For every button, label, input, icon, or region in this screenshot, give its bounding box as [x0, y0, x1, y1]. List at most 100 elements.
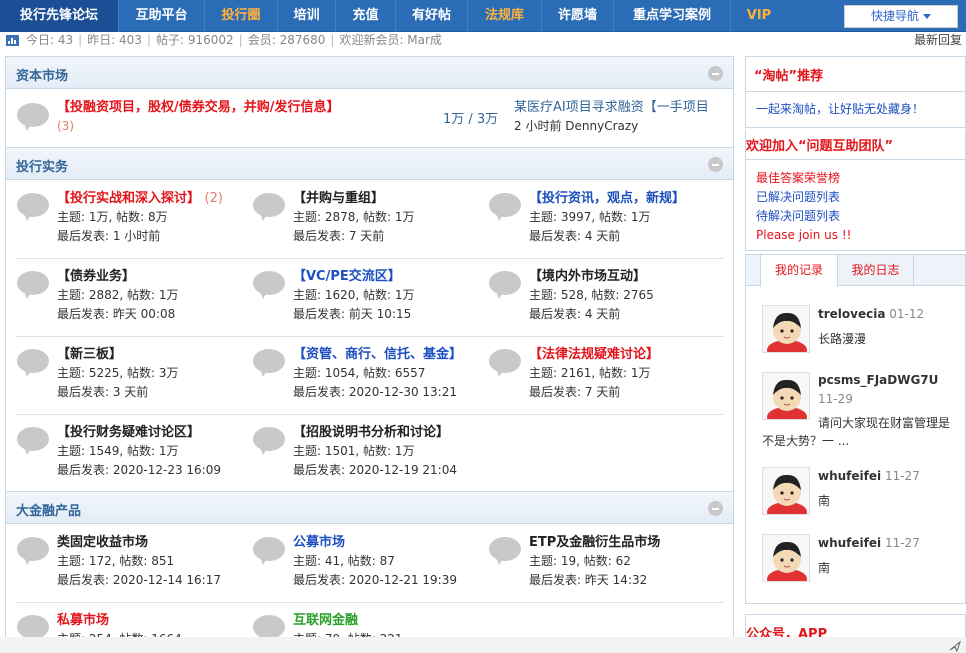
record-message[interactable]: 南 — [818, 492, 830, 510]
quick-nav-button[interactable]: 快捷导航 — [844, 5, 958, 28]
forum-stats: 主题: 528, 帖数: 2765 — [529, 288, 654, 302]
record-user[interactable]: trelovecia — [818, 307, 885, 321]
forum-name[interactable]: 【投行财务疑难讨论区】 — [57, 423, 221, 442]
nav-item-ib-circle[interactable]: 投行圈 — [205, 0, 278, 32]
stats-bar: 今日: 43 | 昨日: 403 | 帖子: 916002 | 会员: 287680 | 欢迎新… — [0, 33, 966, 49]
forum-stats: 主题: 5225, 帖数: 3万 — [57, 366, 179, 380]
forum-stats: 主题: 41, 帖数: 87 — [293, 554, 395, 568]
forum-name[interactable]: 【资管、商行、信托、基金】 — [293, 345, 462, 364]
forum-stats: 主题: 3997, 帖数: 1万 — [529, 210, 651, 224]
forum-bubble-icon — [253, 537, 285, 565]
forum-last-post[interactable]: 最后发表: 2020-12-30 13:21 — [293, 383, 462, 402]
row-divider — [16, 258, 723, 259]
forum-last-post[interactable]: 最后发表: 昨天 14:32 — [529, 571, 660, 590]
record-user[interactable]: whufeifei — [818, 469, 881, 483]
nav-item-law-library[interactable]: 法规库 — [468, 0, 542, 32]
avatar[interactable] — [762, 467, 810, 515]
join-us-link[interactable]: Please join us !! — [756, 226, 851, 245]
nav-item-recharge[interactable]: 充值 — [336, 0, 396, 32]
forum-name[interactable]: 【并购与重组】 — [293, 189, 415, 208]
record-message[interactable]: 长路漫漫 — [818, 330, 866, 348]
collapse-icon[interactable] — [708, 501, 723, 516]
record-message[interactable]: 请问大家现在财富管理是不是大势？一 ... — [762, 414, 958, 450]
record-user[interactable]: whufeifei — [818, 536, 881, 550]
forum-last-post[interactable]: 最后发表: 昨天 00:08 — [57, 305, 179, 324]
forum-last-post[interactable]: 最后发表: 前天 10:15 — [293, 305, 415, 324]
section-header: 大金融产品 — [6, 492, 733, 524]
forum-item: 【投行资讯，观点，新规】 主题: 3997, 帖数: 1万 最后发表: 4 天前 — [529, 189, 685, 246]
forum-last-post[interactable]: 最后发表: 7 天前 — [293, 227, 415, 246]
section-title[interactable]: 投行实务 — [16, 156, 68, 175]
forum-item: 【法律法规疑难讨论】 主题: 2161, 帖数: 1万 最后发表: 7 天前 — [529, 345, 659, 402]
forum-item: 公募市场 主题: 41, 帖数: 87 最后发表: 2020-12-21 19:… — [293, 533, 457, 590]
section-title[interactable]: 大金融产品 — [16, 500, 81, 519]
forum-name[interactable]: 【招股说明书分析和讨论】 — [293, 423, 457, 442]
forum-last-post[interactable]: 最后发表: 2020-12-21 19:39 — [293, 571, 457, 590]
best-answer-link[interactable]: 最佳答案荣誉榜 — [756, 169, 840, 188]
taotie-box: “淘帖”推荐 一起来淘帖，让好贴无处藏身！ — [745, 56, 966, 128]
forum-name[interactable]: 【法律法规疑难讨论】 — [529, 345, 659, 364]
nav-item-help-platform[interactable]: 互助平台 — [119, 0, 205, 32]
tab-my-diary[interactable]: 我的日志 — [838, 255, 914, 285]
forum-last-post[interactable]: 最后发表: 7 天前 — [529, 383, 659, 402]
forum-stats: 主题: 1620, 帖数: 1万 — [293, 288, 415, 302]
chevron-down-icon — [923, 14, 931, 19]
nav-item-good-posts[interactable]: 有好帖 — [396, 0, 468, 32]
collapse-icon[interactable] — [708, 66, 723, 81]
section-title[interactable]: 资本市场 — [16, 65, 68, 84]
nav-item-forum-home[interactable]: 投行先锋论坛 — [0, 0, 119, 32]
forum-name[interactable]: 【新三板】 — [57, 345, 179, 364]
forum-name[interactable]: 【投融资项目，股权/债券交易，并购/发行信息】 — [57, 98, 340, 117]
forum-name[interactable]: 【境内外市场互动】 — [529, 267, 654, 286]
nav-item-wish-wall[interactable]: 许愿墙 — [542, 0, 614, 32]
forum-name[interactable]: ETP及金融衍生品市场 — [529, 533, 660, 552]
forum-name[interactable]: 【投行实战和深入探讨】 (2) — [57, 189, 223, 208]
record-message[interactable]: 南 — [818, 559, 830, 577]
section-ib-practice: 投行实务 【投行实战和深入探讨】 (2) 主题: 1万, 帖数: 8万 最后发表… — [5, 147, 734, 491]
stat-members: 会员: 287680 — [247, 33, 326, 47]
forum-item: 类固定收益市场 主题: 172, 帖数: 851 最后发表: 2020-12-1… — [57, 533, 221, 590]
forum-last-post[interactable]: 最后发表: 2020-12-14 16:17 — [57, 571, 221, 590]
forum-last-post[interactable]: 最后发表: 4 天前 — [529, 227, 685, 246]
record-date: 11-27 — [884, 536, 920, 550]
forum-last-post[interactable]: 最后发表: 2020-12-19 21:04 — [293, 461, 457, 480]
top-nav: 投行先锋论坛 互助平台 投行圈 培训 充值 有好帖 法规库 许愿墙 重点学习案例… — [0, 0, 966, 32]
rocket-icon[interactable] — [948, 640, 962, 653]
stat-welcome[interactable]: 欢迎新会员: Mar成 — [339, 33, 442, 47]
unsolved-list-link[interactable]: 待解决问题列表 — [756, 207, 840, 226]
forum-name[interactable]: 类固定收益市场 — [57, 533, 221, 552]
forum-last-post[interactable]: 最后发表: 1 小时前 — [57, 227, 223, 246]
record-user[interactable]: pcsms_FJaDWG7U — [818, 373, 938, 387]
records-box: 我的记录 我的日志 trelovecia 01-12 长路漫漫 pcsms_FJ… — [745, 254, 966, 604]
avatar[interactable] — [762, 534, 810, 582]
forum-name[interactable]: 【投行资讯，观点，新规】 — [529, 189, 685, 208]
nav-item-vip[interactable]: VIP — [731, 0, 787, 32]
forum-stats: 主题: 1054, 帖数: 6557 — [293, 366, 426, 380]
forum-name[interactable]: 公募市场 — [293, 533, 457, 552]
avatar[interactable] — [762, 305, 810, 353]
forum-name[interactable]: 【VC/PE交流区】 — [293, 267, 415, 286]
forum-item: 【债券业务】 主题: 2882, 帖数: 1万 最后发表: 昨天 00:08 — [57, 267, 179, 324]
forum-last-post[interactable]: 最后发表: 4 天前 — [529, 305, 654, 324]
forum-bubble-icon — [17, 427, 49, 455]
stat-today: 今日: 43 — [26, 33, 74, 47]
avatar[interactable] — [762, 372, 810, 420]
forum-bubble-icon — [17, 349, 49, 377]
nav-item-key-cases[interactable]: 重点学习案例 — [614, 0, 731, 32]
taotie-link[interactable]: 一起来淘帖，让好贴无处藏身！ — [756, 100, 924, 117]
forum-stats: 主题: 2161, 帖数: 1万 — [529, 366, 651, 380]
forum-last-post[interactable]: 最后发表: 2020-12-23 16:09 — [57, 461, 221, 480]
forum-name[interactable]: 互联网金融 — [293, 611, 403, 630]
latest-reply-link[interactable]: 最新回复 — [914, 33, 962, 48]
forum-last-post[interactable]: 最后发表: 3 天前 — [57, 383, 179, 402]
forum-name[interactable]: 【债券业务】 — [57, 267, 179, 286]
tab-my-records[interactable]: 我的记录 — [760, 255, 838, 287]
nav-item-training[interactable]: 培训 — [278, 0, 336, 32]
collapse-icon[interactable] — [708, 157, 723, 172]
solved-list-link[interactable]: 已解决问题列表 — [756, 188, 840, 207]
row-divider — [16, 414, 723, 415]
forum-last-post-title[interactable]: 某医疗AI项目寻求融资【一手项目 — [514, 98, 724, 117]
forum-name[interactable]: 私募市场 — [57, 611, 182, 630]
forum-bubble-icon — [17, 103, 49, 131]
forum-last-post-meta[interactable]: 2 小时前 DennyCrazy — [514, 117, 638, 136]
